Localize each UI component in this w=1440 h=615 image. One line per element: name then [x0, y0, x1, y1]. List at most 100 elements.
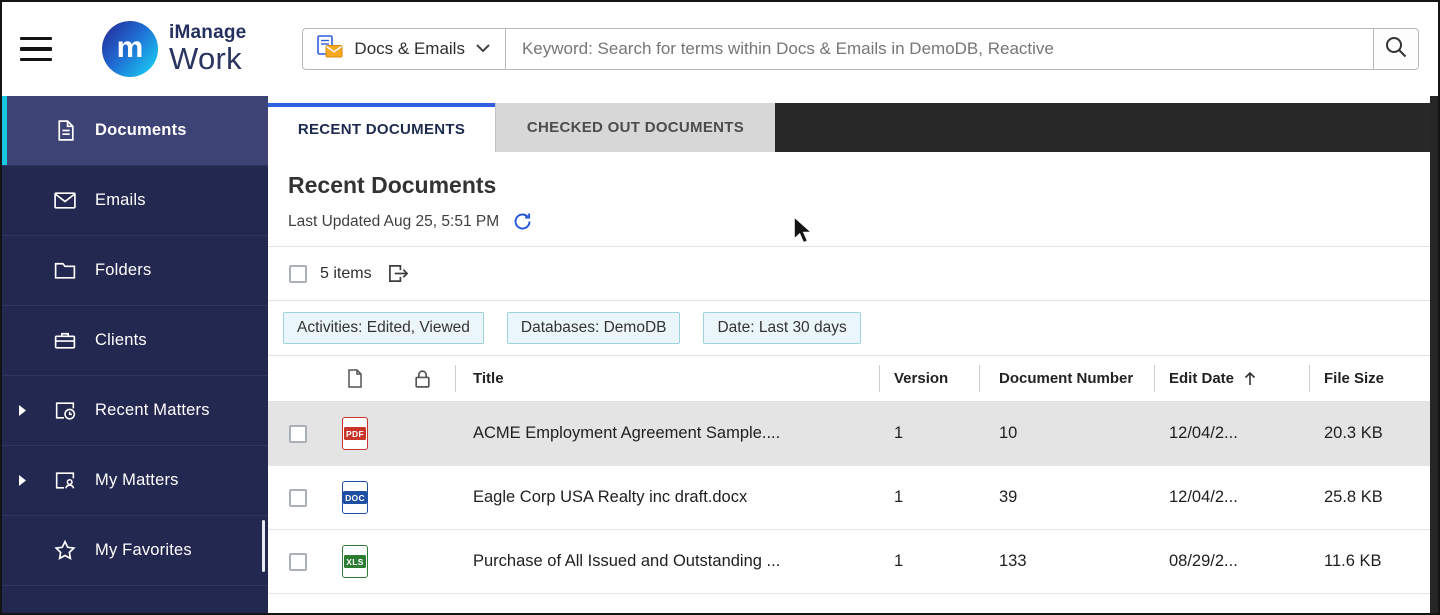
page-icon [346, 368, 364, 389]
table-header-row: Title Version Document Number Edit Date … [268, 356, 1438, 402]
sidebar-item-emails[interactable]: Emails [2, 166, 268, 236]
my-matters-icon [52, 468, 78, 493]
sidebar-item-recent-matters[interactable]: Recent Matters [2, 376, 268, 446]
row-checkbox[interactable] [289, 489, 307, 507]
open-in-new-button[interactable] [387, 263, 410, 284]
sidebar-item-label: Documents [95, 121, 187, 140]
document-file-size: 11.6 KB [1309, 552, 1438, 571]
refresh-icon [512, 211, 533, 232]
chevron-right-icon[interactable] [18, 474, 36, 487]
search-button[interactable] [1373, 28, 1419, 70]
logo-letter: m [117, 33, 144, 63]
lock-column-icon [390, 356, 455, 401]
sidebar-nav: Documents Emails Folders [2, 96, 268, 613]
filter-chip-date[interactable]: Date: Last 30 days [703, 312, 860, 344]
column-header-edit-date[interactable]: Edit Date [1154, 356, 1309, 401]
brand-text: iManage Work [169, 23, 246, 75]
sidebar-item-label: Clients [95, 331, 147, 350]
sort-ascending-icon[interactable] [1243, 370, 1257, 387]
table-row[interactable]: DOC Eagle Corp USA Realty inc draft.docx… [268, 466, 1438, 530]
document-edit-date: 12/04/2... [1154, 424, 1309, 443]
imanage-work-window: { "header": { "brand": { "logo_letter": … [0, 0, 1440, 615]
column-header-document-number[interactable]: Document Number [979, 356, 1154, 401]
main-content: RECENT DOCUMENTS CHECKED OUT DOCUMENTS R… [268, 96, 1438, 613]
document-edit-date: 08/29/2... [1154, 552, 1309, 571]
folder-icon [52, 258, 78, 283]
document-number: 133 [979, 552, 1154, 571]
items-count: 5 items [320, 265, 372, 283]
chevron-down-icon [476, 40, 490, 58]
table-row[interactable]: PDF ACME Employment Agreement Sample....… [268, 402, 1438, 466]
document-icon [52, 118, 78, 143]
filter-chip-activities[interactable]: Activities: Edited, Viewed [283, 312, 484, 344]
document-edit-date: 12/04/2... [1154, 488, 1309, 507]
chevron-right-icon[interactable] [18, 404, 36, 417]
imanage-logo-icon: m [102, 21, 158, 77]
sidebar-item-my-favorites[interactable]: My Favorites [2, 516, 268, 586]
document-version: 1 [879, 552, 979, 571]
page-title: Recent Documents [288, 172, 1438, 199]
table-row[interactable]: XLS Purchase of All Issued and Outstandi… [268, 530, 1438, 594]
document-file-size: 25.8 KB [1309, 488, 1438, 507]
brand-logo: m iManage Work [102, 21, 246, 77]
column-header-title[interactable]: Title [455, 356, 879, 401]
documents-table: Title Version Document Number Edit Date … [268, 355, 1438, 613]
briefcase-icon [52, 328, 78, 353]
column-header-file-size[interactable]: File Size [1309, 356, 1438, 401]
page-header: Recent Documents Last Updated Aug 25, 5:… [268, 152, 1438, 246]
sidebar-item-label: My Favorites [95, 541, 192, 560]
xls-file-icon: XLS [342, 545, 368, 578]
row-checkbox[interactable] [289, 553, 307, 571]
sidebar-item-folders[interactable]: Folders [2, 236, 268, 306]
search-scope-dropdown[interactable]: Docs & Emails [302, 28, 506, 70]
last-updated-text: Last Updated Aug 25, 5:51 PM [288, 213, 499, 231]
lock-icon [414, 369, 431, 389]
document-title[interactable]: Eagle Corp USA Realty inc draft.docx [455, 488, 879, 507]
global-search-bar: Docs & Emails [302, 28, 1419, 70]
tab-recent-documents[interactable]: RECENT DOCUMENTS [268, 103, 495, 152]
sidebar-item-label: Folders [95, 261, 151, 280]
sidebar-item-documents[interactable]: Documents [2, 96, 268, 166]
docs-emails-icon [317, 35, 343, 64]
document-number: 39 [979, 488, 1154, 507]
tab-strip: RECENT DOCUMENTS CHECKED OUT DOCUMENTS [268, 103, 1438, 152]
filter-chip-row: Activities: Edited, Viewed Databases: De… [268, 300, 1438, 355]
sidebar-item-clients[interactable]: Clients [2, 306, 268, 376]
document-title[interactable]: ACME Employment Agreement Sample.... [455, 424, 879, 443]
column-header-version[interactable]: Version [879, 356, 979, 401]
pdf-file-icon: PDF [342, 417, 368, 450]
export-icon [387, 263, 410, 284]
sidebar-scrollbar[interactable] [262, 520, 265, 572]
tab-label: RECENT DOCUMENTS [298, 121, 465, 138]
select-all-checkbox[interactable] [289, 265, 307, 283]
tab-checked-out-documents[interactable]: CHECKED OUT DOCUMENTS [495, 103, 775, 152]
vertical-scrollbar[interactable] [1430, 96, 1438, 613]
file-type-column-icon [320, 356, 390, 401]
document-version: 1 [879, 488, 979, 507]
hamburger-menu-button[interactable] [20, 30, 52, 69]
brand-name-top: iManage [169, 23, 246, 43]
document-file-size: 20.3 KB [1309, 424, 1438, 443]
filter-chip-databases[interactable]: Databases: DemoDB [507, 312, 681, 344]
document-number: 10 [979, 424, 1154, 443]
search-input[interactable] [506, 28, 1373, 70]
document-title[interactable]: Purchase of All Issued and Outstanding .… [455, 552, 879, 571]
sidebar-item-label: Emails [95, 191, 146, 210]
tab-label: CHECKED OUT DOCUMENTS [527, 119, 744, 136]
sidebar-item-label: My Matters [95, 471, 179, 490]
sidebar-item-label: Recent Matters [95, 401, 210, 420]
sidebar-item-my-matters[interactable]: My Matters [2, 446, 268, 516]
top-header: m iManage Work Docs & Emails [2, 2, 1438, 96]
document-version: 1 [879, 424, 979, 443]
recent-matters-icon [52, 398, 78, 423]
search-icon [1384, 35, 1408, 64]
row-checkbox[interactable] [289, 425, 307, 443]
app-body: Documents Emails Folders [2, 96, 1438, 613]
brand-name-bottom: Work [169, 43, 246, 76]
search-scope-label: Docs & Emails [354, 39, 465, 59]
doc-file-icon: DOC [342, 481, 368, 514]
refresh-button[interactable] [512, 211, 533, 232]
list-toolbar: 5 items [268, 246, 1438, 300]
email-icon [52, 188, 78, 213]
star-icon [52, 538, 78, 563]
